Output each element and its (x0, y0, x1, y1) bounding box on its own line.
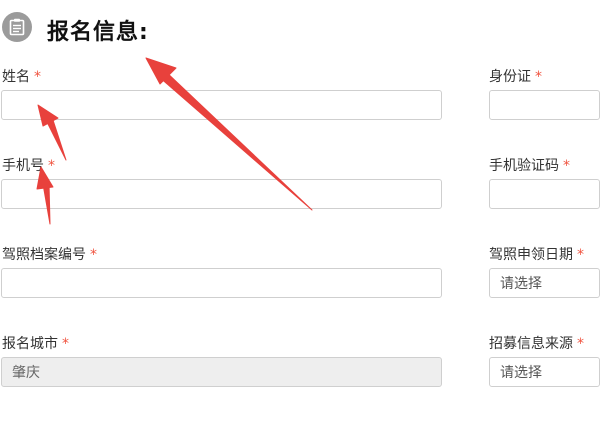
recruit-source-label-text: 招募信息来源 (489, 336, 573, 352)
page-title: 报名信息: (47, 20, 149, 45)
id-card-label: 身份证 * (489, 66, 542, 86)
city-label-text: 报名城市 (2, 336, 58, 352)
sms-code-label-text: 手机验证码 (489, 158, 559, 174)
city-input[interactable]: 肇庆 (1, 357, 442, 387)
required-mark: * (535, 69, 542, 85)
phone-label-text: 手机号 (2, 158, 44, 174)
arrow-to-name (45, 116, 67, 161)
arrow-to-title-head (145, 57, 177, 85)
required-mark: * (34, 69, 41, 85)
license-date-select[interactable]: 请选择 (489, 268, 600, 298)
required-mark: * (90, 247, 97, 263)
recruit-source-select[interactable]: 请选择 (489, 357, 600, 387)
recruit-source-label: 招募信息来源 * (489, 333, 584, 353)
name-label-text: 姓名 (2, 69, 30, 85)
name-label: 姓名 * (2, 66, 41, 86)
sms-code-input[interactable] (489, 179, 600, 209)
license-date-label-text: 驾照申领日期 (489, 247, 573, 263)
license-file-no-label: 驾照档案编号 * (2, 244, 97, 264)
registration-form: 报名信息: 姓名 * 身份证 * 手机号 * 手机验证码 * 驾照档案编号 * 驾照申领日… (0, 0, 600, 422)
license-file-no-label-text: 驾照档案编号 (2, 247, 86, 263)
city-label: 报名城市 * (2, 333, 69, 353)
id-card-input[interactable] (489, 90, 600, 120)
required-mark: * (48, 158, 55, 174)
required-mark: * (577, 336, 584, 352)
phone-label: 手机号 * (2, 155, 55, 175)
phone-input[interactable] (1, 179, 442, 209)
name-input[interactable] (1, 90, 442, 120)
required-mark: * (563, 158, 570, 174)
form-icon (2, 12, 32, 42)
sms-code-label: 手机验证码 * (489, 155, 570, 175)
required-mark: * (577, 247, 584, 263)
required-mark: * (62, 336, 69, 352)
license-file-no-input[interactable] (1, 268, 442, 298)
id-card-label-text: 身份证 (489, 69, 531, 85)
license-date-label: 驾照申领日期 * (489, 244, 584, 264)
